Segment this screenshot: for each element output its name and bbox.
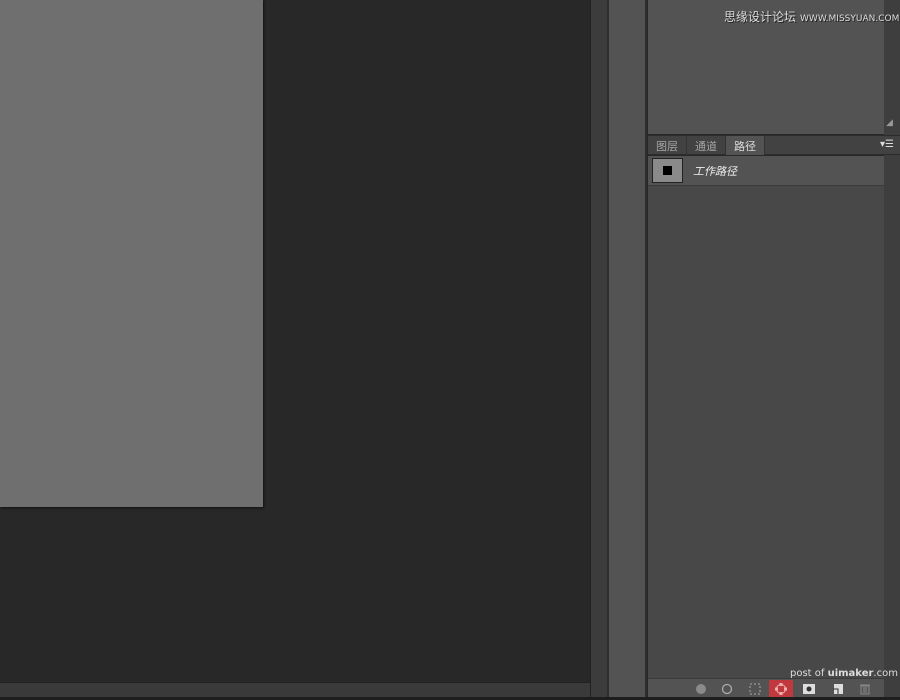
watermark: 思缘设计论坛 WWW.MISSYUAN.COM — [724, 8, 899, 25]
fill-path-icon[interactable] — [689, 680, 713, 698]
paths-toolbar — [648, 678, 884, 698]
tab-layers[interactable]: 图层 — [648, 136, 687, 155]
watermark-site-name: 思缘设计论坛 — [724, 10, 797, 24]
path-thumbnail — [652, 158, 683, 183]
add-mask-icon[interactable] — [797, 680, 821, 698]
load-as-selection-icon[interactable] — [743, 680, 767, 698]
new-path-icon[interactable] — [826, 680, 850, 698]
path-list-item[interactable]: 工作路径 — [648, 156, 884, 186]
delete-path-icon[interactable] — [853, 680, 877, 698]
credit-brand: uimaker — [827, 668, 874, 679]
resize-grip-icon[interactable]: ◢ — [886, 118, 898, 132]
tab-channels[interactable]: 通道 — [687, 136, 726, 155]
make-work-path-icon[interactable] — [769, 680, 793, 698]
vertical-scrollbar[interactable] — [590, 0, 607, 700]
document-canvas[interactable] — [0, 0, 263, 507]
panel-tab-bar: 图层 通道 路径 — [648, 135, 900, 155]
credit-prefix: post of — [790, 668, 828, 679]
credit-suffix: .com — [873, 668, 898, 679]
panel-scrollbar[interactable] — [884, 0, 900, 700]
path-list[interactable] — [648, 186, 884, 678]
watermark-url: WWW.MISSYUAN.COM — [800, 14, 900, 24]
collapsed-panel-column — [607, 0, 647, 700]
panel-menu-icon[interactable]: ▾☰ — [880, 139, 894, 150]
path-name: 工作路径 — [693, 164, 737, 178]
stroke-path-icon[interactable] — [715, 680, 739, 698]
tab-paths[interactable]: 路径 — [726, 136, 765, 155]
credit-watermark: post of uimaker.com — [790, 668, 898, 679]
